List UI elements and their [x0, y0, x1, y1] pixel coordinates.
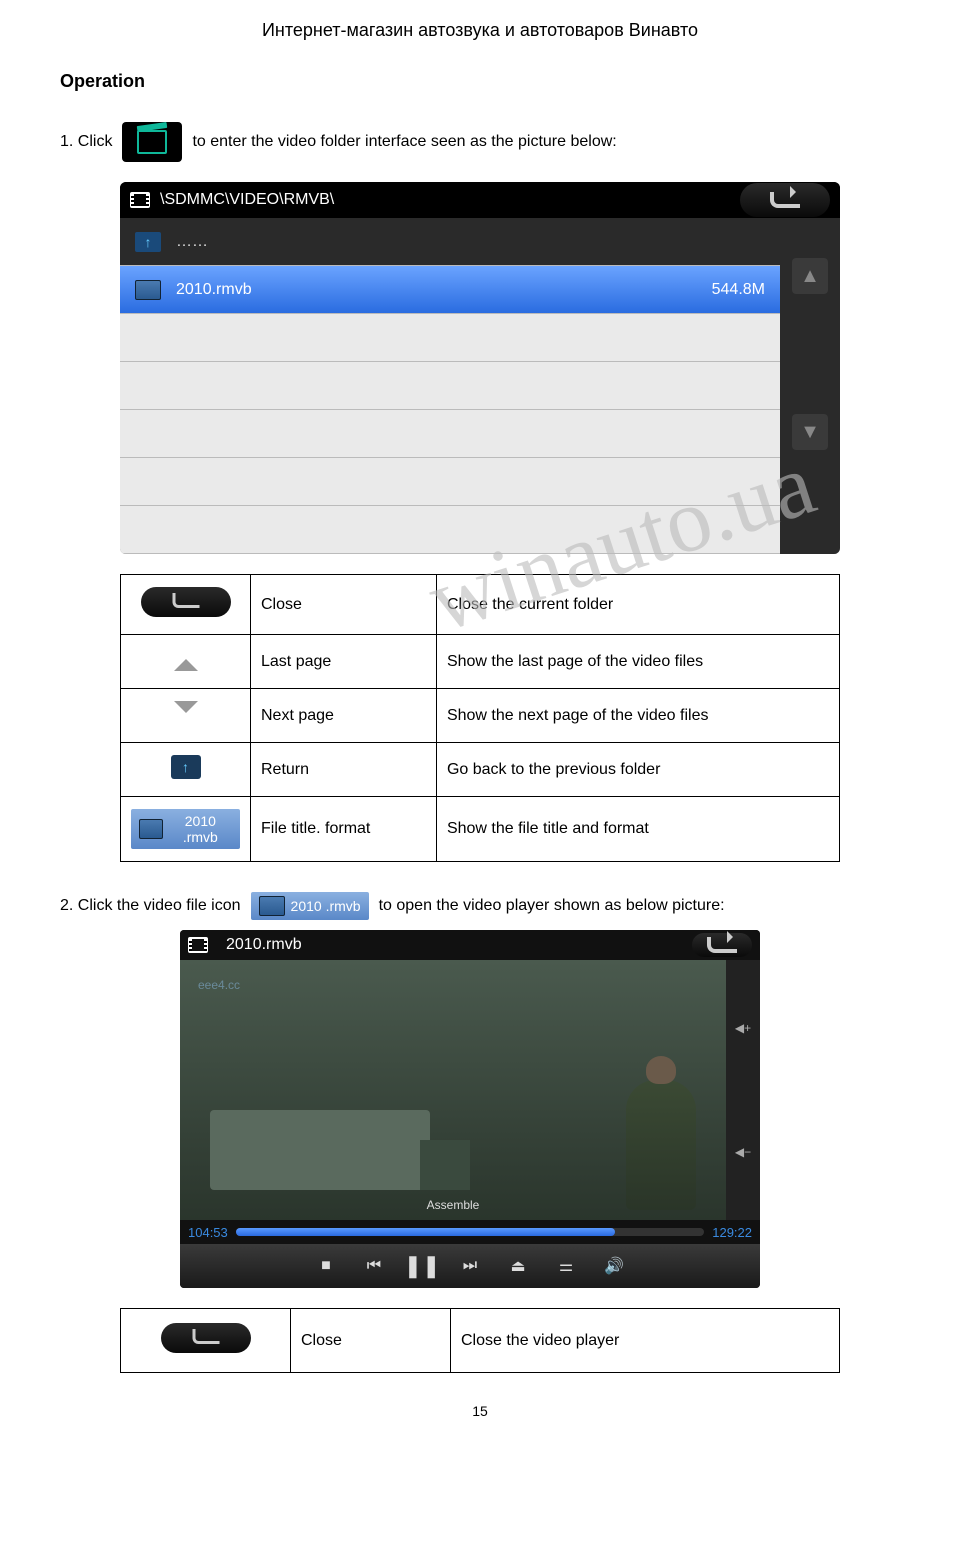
step-2-line: 2. Click the video file icon 2010 .rmvb …	[60, 892, 900, 920]
back-arrow-icon	[707, 937, 737, 953]
legend-label: Close	[291, 1309, 451, 1373]
time-total: 129:22	[712, 1225, 752, 1240]
legend-label: Next page	[251, 689, 437, 743]
file-chip-label: 2010 .rmvb	[169, 813, 232, 845]
file-chip-inline[interactable]: 2010 .rmvb	[251, 892, 369, 920]
step-1-suffix: to enter the video folder interface seen…	[192, 133, 616, 151]
page-number: 15	[60, 1403, 900, 1419]
film-icon	[259, 896, 285, 916]
legend-label: Close	[251, 575, 437, 635]
legend-label: Last page	[251, 635, 437, 689]
step-2-suffix: to open the video player shown as below …	[379, 897, 725, 915]
legend-icon-cell: 2010 .rmvb	[121, 797, 251, 862]
progress-bar[interactable]	[236, 1228, 704, 1236]
prev-button[interactable]: ⏮	[359, 1251, 389, 1281]
pause-button[interactable]: ❚❚	[407, 1251, 437, 1281]
list-item	[120, 458, 780, 506]
stop-button[interactable]: ■	[311, 1251, 341, 1281]
folder-browser-screenshot: \SDMMC\VIDEO\RMVB\ ↑ …… 2010.rmvb 544.8M…	[120, 182, 840, 554]
file-list: ↑ …… 2010.rmvb 544.8M	[120, 218, 780, 554]
legend-desc: Close the current folder	[436, 575, 839, 635]
folder-path: \SDMMC\VIDEO\RMVB\	[160, 191, 334, 209]
legend-table-1: Close Close the current folder Last page…	[120, 574, 840, 862]
list-item	[120, 314, 780, 362]
film-icon	[130, 192, 150, 208]
scene-soldier	[626, 1080, 696, 1210]
step-1-prefix: 1. Click	[60, 133, 112, 151]
file-chip-label: 2010 .rmvb	[291, 898, 361, 914]
clapperboard-icon	[137, 130, 167, 154]
volume-column: ◀+ ◀−	[726, 960, 760, 1220]
arrow-up-icon	[174, 647, 198, 671]
equalizer-button[interactable]: ⚌	[551, 1251, 581, 1281]
legend-desc: Show the next page of the video files	[436, 689, 839, 743]
close-button[interactable]	[740, 183, 830, 217]
file-film-icon	[135, 280, 161, 300]
film-icon	[139, 819, 163, 839]
video-viewport[interactable]: eee4.cc Assemble	[180, 960, 726, 1220]
back-arrow-icon	[770, 192, 800, 208]
legend-icon-cell	[121, 1309, 291, 1373]
folder-topbar: \SDMMC\VIDEO\RMVB\	[120, 182, 840, 218]
file-row-selected[interactable]: 2010.rmvb 544.8M	[120, 266, 780, 314]
player-topbar: 2010.rmvb	[180, 930, 760, 960]
player-title: 2010.rmvb	[226, 936, 302, 954]
legend-icon-cell	[121, 635, 251, 689]
table-row: 2010 .rmvb File title. format Show the f…	[121, 797, 840, 862]
legend-desc: Close the video player	[451, 1309, 840, 1373]
up-folder-label: ……	[176, 233, 208, 251]
legend-label: File title. format	[251, 797, 437, 862]
file-size: 544.8M	[712, 281, 765, 299]
player-close-button[interactable]	[692, 933, 752, 957]
close-icon	[161, 1323, 251, 1353]
legend-label: Return	[251, 743, 437, 797]
progress-fill	[236, 1228, 615, 1236]
list-item	[120, 410, 780, 458]
table-row: Close Close the current folder	[121, 575, 840, 635]
page-down-button[interactable]: ▼	[792, 414, 828, 450]
list-item	[120, 506, 780, 554]
speaker-button[interactable]: 🔊	[599, 1251, 629, 1281]
player-controls: ■ ⏮ ❚❚ ⏭ ⏏ ⚌ 🔊	[180, 1244, 760, 1288]
page-header: Интернет-магазин автозвука и автотоваров…	[60, 20, 900, 41]
up-folder-row[interactable]: ↑ ……	[120, 218, 780, 266]
close-icon	[141, 587, 231, 617]
file-chip-icon: 2010 .rmvb	[131, 809, 240, 849]
scene-truck	[210, 1110, 430, 1190]
arrow-down-icon	[174, 701, 198, 725]
legend-desc: Go back to the previous folder	[436, 743, 839, 797]
film-icon	[188, 937, 208, 953]
pager-column: ▲ ▼	[780, 218, 840, 554]
table-row: Close Close the video player	[121, 1309, 840, 1373]
video-player-screenshot: 2010.rmvb eee4.cc Assemble ◀+ ◀− 104:53 …	[180, 930, 760, 1288]
legend-desc: Show the last page of the video files	[436, 635, 839, 689]
file-name: 2010.rmvb	[176, 281, 252, 299]
progress-row: 104:53 129:22	[180, 1220, 760, 1244]
legend-icon-cell	[121, 575, 251, 635]
step-1-line: 1. Click to enter the video folder inter…	[60, 122, 900, 162]
next-button[interactable]: ⏭	[455, 1251, 485, 1281]
table-row: Last page Show the last page of the vide…	[121, 635, 840, 689]
table-row: Return Go back to the previous folder	[121, 743, 840, 797]
subtitle-text: Assemble	[427, 1198, 480, 1212]
volume-up-button[interactable]: ◀+	[735, 1021, 751, 1035]
legend-icon-cell	[121, 689, 251, 743]
legend-icon-cell	[121, 743, 251, 797]
legend-desc: Show the file title and format	[436, 797, 839, 862]
time-current: 104:53	[188, 1225, 228, 1240]
return-icon	[171, 755, 201, 779]
section-heading: Operation	[60, 71, 900, 92]
video-watermark: eee4.cc	[198, 978, 240, 992]
volume-down-button[interactable]: ◀−	[735, 1145, 751, 1159]
list-item	[120, 362, 780, 410]
legend-table-2: Close Close the video player	[120, 1308, 840, 1373]
page-up-button[interactable]: ▲	[792, 258, 828, 294]
video-folder-icon[interactable]	[122, 122, 182, 162]
up-folder-icon: ↑	[135, 232, 161, 252]
step-2-prefix: 2. Click the video file icon	[60, 897, 241, 915]
eject-button[interactable]: ⏏	[503, 1251, 533, 1281]
table-row: Next page Show the next page of the vide…	[121, 689, 840, 743]
